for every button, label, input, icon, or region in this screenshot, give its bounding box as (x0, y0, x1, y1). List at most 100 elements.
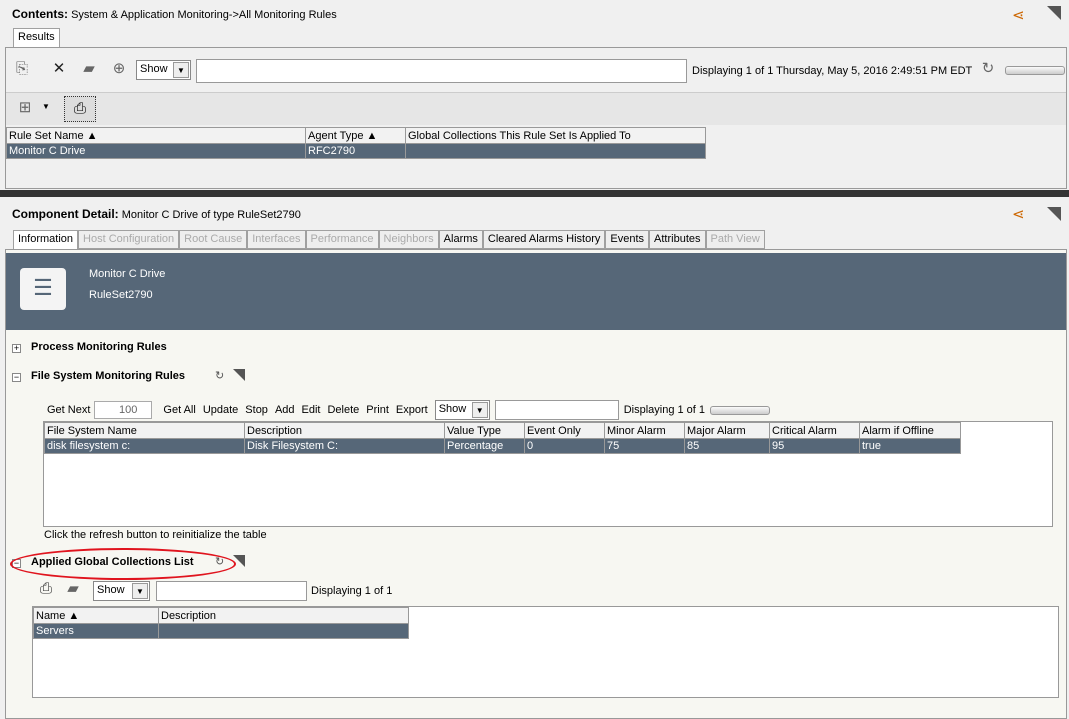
filter-input[interactable] (156, 581, 307, 601)
tab-neighbors: Neighbors (378, 230, 439, 249)
status-text: Displaying 1 of 1 Thursday, May 5, 2016 … (692, 65, 973, 77)
column-header[interactable]: Description (158, 607, 409, 624)
refresh-icon[interactable]: ↻ (215, 369, 224, 382)
copy-icon[interactable]: ⎘ (13, 60, 31, 78)
status-text: Displaying 1 of 1 (311, 585, 393, 597)
column-header[interactable]: File System Name (44, 422, 245, 439)
tab-path-view: Path View (705, 230, 765, 249)
column-header[interactable]: Rule Set Name ▲ (6, 127, 306, 144)
add-ruleset-icon[interactable]: ⊞ (16, 99, 34, 117)
show-select[interactable]: Show ▼ (136, 60, 191, 80)
table-cell: true (859, 438, 961, 454)
delete-icon[interactable]: ✕ (50, 60, 68, 78)
table-cell: Percentage (444, 438, 525, 454)
new-icon[interactable]: ⊕ (110, 60, 128, 78)
tab-information[interactable]: Information (13, 230, 79, 250)
export-icon[interactable]: ▰ (80, 60, 98, 78)
tab-alarms[interactable]: Alarms (438, 230, 483, 249)
tab-cleared-alarms-history[interactable]: Cleared Alarms History (482, 230, 606, 249)
refresh-hint: Click the refresh button to reinitialize… (44, 529, 267, 541)
expand-icon[interactable]: + (12, 344, 21, 353)
annotation-ellipse (10, 548, 236, 580)
table-cell: 75 (604, 438, 685, 454)
get-all-button[interactable]: Get All (163, 404, 195, 416)
agc-table: Name ▲ Description Servers (33, 607, 409, 639)
column-header[interactable]: Minor Alarm (604, 422, 685, 439)
table-cell: 0 (524, 438, 605, 454)
fs-rules-header[interactable]: File System Monitoring Rules (31, 370, 185, 382)
secondary-toolbar: ⊞ ▼ ⎙ (6, 92, 1066, 125)
chevron-down-icon: ▼ (173, 62, 189, 78)
panel-menu-icon[interactable] (1047, 6, 1061, 20)
column-header[interactable]: Major Alarm (684, 422, 770, 439)
progress-bar (1005, 66, 1065, 75)
share-icon[interactable]: ⋖ (1012, 205, 1025, 223)
tab-events[interactable]: Events (605, 230, 650, 249)
progress-bar (710, 405, 771, 415)
refresh-icon[interactable]: ↻ (979, 60, 997, 78)
get-next-label: Get Next (47, 404, 91, 416)
column-header[interactable]: Global Collections This Rule Set Is Appl… (405, 127, 706, 144)
tab-interfaces: Interfaces (247, 230, 306, 249)
fs-table: File System Name Description Value Type Eve… (44, 422, 961, 454)
stop-button[interactable]: Stop (245, 404, 268, 416)
column-header[interactable]: Alarm if Offline (859, 422, 961, 439)
process-rules-header[interactable]: Process Monitoring Rules (31, 341, 167, 353)
fs-toolbar: Get Next 100 Get All Update Stop Add Edi… (47, 400, 771, 420)
contents-title: Contents: System & Application Monitorin… (12, 7, 337, 21)
detail-title: Component Detail: Monitor C Drive of typ… (12, 207, 301, 221)
fs-table-container: File System Name Description Value Type Eve… (43, 421, 1053, 527)
panel-menu-icon[interactable] (1047, 207, 1061, 221)
splitter[interactable] (0, 190, 1069, 197)
chevron-down-icon: ▼ (132, 583, 148, 599)
table-cell: disk filesystem c: (44, 438, 245, 454)
show-select[interactable]: Show ▼ (93, 581, 150, 601)
table-row[interactable]: Servers (33, 623, 409, 639)
column-header[interactable]: Event Only (524, 422, 605, 439)
tab-host-configuration: Host Configuration (78, 230, 180, 249)
breadcrumb: System & Application Monitoring->All Mon… (71, 9, 337, 21)
print-button[interactable]: Print (366, 404, 389, 416)
tab-root-cause: Root Cause (179, 230, 248, 249)
tab-performance: Performance (305, 230, 379, 249)
section-menu-icon[interactable] (233, 369, 245, 381)
column-header[interactable]: Agent Type ▲ (305, 127, 406, 144)
table-row[interactable]: disk filesystem c: Disk Filesystem C: Perc… (44, 438, 961, 454)
status-text: Displaying 1 of 1 (623, 404, 706, 416)
information-panel: ☰ Monitor C Drive RuleSet2790 + Process … (5, 249, 1067, 719)
get-next-count[interactable]: 100 (94, 401, 153, 419)
rulesets-table: Rule Set Name ▲ Agent Type ▲ Global Collec… (6, 127, 706, 159)
column-header[interactable]: Critical Alarm (769, 422, 860, 439)
contents-label: Contents: (12, 7, 68, 21)
apply-collection-icon[interactable]: ⎙ (64, 96, 96, 122)
banner-type: RuleSet2790 (89, 289, 153, 301)
agc-table-container: Name ▲ Description Servers (32, 606, 1059, 698)
share-icon[interactable]: ⋖ (1012, 6, 1025, 24)
filter-input[interactable] (196, 59, 687, 83)
export-icon[interactable]: ▰ (64, 580, 82, 598)
tab-attributes[interactable]: Attributes (649, 230, 706, 249)
table-row[interactable]: Monitor C Drive RFC2790 (6, 143, 706, 159)
print-icon[interactable]: ⎙ (37, 580, 55, 598)
add-button[interactable]: Add (275, 404, 295, 416)
show-select[interactable]: Show ▼ (434, 400, 490, 420)
update-button[interactable]: Update (203, 404, 238, 416)
table-cell: 85 (684, 438, 770, 454)
tab-results[interactable]: Results (13, 28, 60, 48)
banner-name: Monitor C Drive (89, 268, 166, 280)
results-panel: ⎘ ✕ ▰ ⊕ Show ▼ Displaying 1 of 1 Thursday… (5, 47, 1067, 189)
table-cell: Disk Filesystem C: (244, 438, 445, 454)
show-select-value: Show (140, 63, 168, 75)
collapse-icon[interactable]: − (12, 373, 21, 382)
ruleset-document-icon: ☰ (20, 268, 66, 310)
delete-button[interactable]: Delete (327, 404, 359, 416)
column-header[interactable]: Value Type (444, 422, 525, 439)
edit-button[interactable]: Edit (302, 404, 321, 416)
export-button[interactable]: Export (396, 404, 428, 416)
filter-input[interactable] (494, 400, 619, 420)
column-header[interactable]: Name ▲ (33, 607, 159, 624)
chevron-down-icon: ▼ (471, 402, 488, 418)
column-header[interactable]: Description (244, 422, 445, 439)
dropdown-arrow-icon[interactable]: ▼ (42, 102, 50, 111)
info-banner: ☰ Monitor C Drive RuleSet2790 (6, 253, 1066, 330)
